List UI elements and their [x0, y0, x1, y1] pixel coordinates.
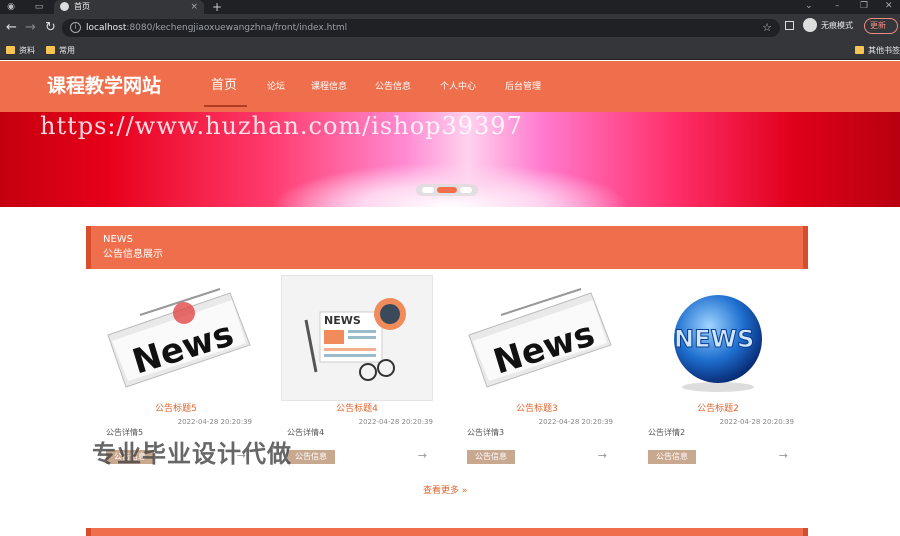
- arrow-right-icon[interactable]: →: [418, 449, 427, 463]
- nav-active-indicator: [204, 105, 247, 107]
- site-info-icon[interactable]: i: [70, 22, 81, 33]
- arrow-right-icon[interactable]: →: [598, 449, 607, 463]
- browser-tab-home[interactable]: 首页 ×: [54, 0, 204, 14]
- close-window-icon[interactable]: ✕: [885, 0, 893, 12]
- promo-watermark: 专业毕业设计代做: [92, 440, 292, 468]
- news-heading-en: NEWS: [103, 234, 134, 245]
- news-section-header: NEWS 公告信息展示: [86, 226, 808, 269]
- card-detail: 公告详情3: [467, 428, 505, 437]
- card-detail: 公告详情2: [648, 428, 686, 437]
- nav-course-info[interactable]: 课程信息: [311, 80, 347, 94]
- news-globe-icon[interactable]: NEWS: [642, 275, 794, 401]
- folder-icon: [6, 46, 15, 54]
- bookmark-folder-other[interactable]: 其他书签: [855, 45, 900, 57]
- news-card[interactable]: News 公告标题3 2022-04-28 20:20:39 公告详情3 公告信…: [461, 275, 613, 475]
- profile-label[interactable]: 无痕模式: [821, 21, 853, 31]
- back-arrow-icon[interactable]: ←: [6, 20, 17, 36]
- carousel-dot[interactable]: [422, 187, 434, 193]
- card-title[interactable]: 公告标题4: [281, 403, 433, 416]
- bookmarks-bar: 资料 常用 其他书签: [0, 42, 900, 60]
- bookmark-folder-changyong[interactable]: 常用: [46, 45, 75, 57]
- new-tab-button[interactable]: +: [212, 0, 222, 14]
- address-bar[interactable]: i localhost:8080/kechengjiaoxuewangzhna/…: [62, 19, 780, 37]
- carousel-dot-active[interactable]: [437, 187, 457, 193]
- card-tag[interactable]: 公告信息: [467, 450, 515, 464]
- news-flat-icon[interactable]: NEWS: [281, 275, 433, 401]
- site-logo[interactable]: 课程教学网站: [47, 73, 161, 99]
- incognito-avatar-icon[interactable]: [803, 18, 817, 32]
- chevron-down-icon[interactable]: ⌄: [805, 0, 813, 12]
- card-title[interactable]: 公告标题2: [642, 403, 794, 416]
- minimize-icon[interactable]: –: [835, 0, 840, 12]
- reload-icon[interactable]: ↻: [45, 20, 56, 36]
- url-text[interactable]: localhost:8080/kechengjiaoxuewangzhna/fr…: [86, 21, 347, 35]
- carousel-indicators: [416, 184, 478, 196]
- card-title[interactable]: 公告标题3: [461, 403, 613, 416]
- tab-search-icon[interactable]: ▭: [34, 2, 44, 12]
- svg-text:NEWS: NEWS: [324, 314, 361, 327]
- news-card[interactable]: NEWS 公告标题4 2022-04-28 20:20:39 公告详情4 公告信…: [281, 275, 433, 475]
- update-button[interactable]: 更新: [864, 18, 898, 34]
- browser-tab-strip: ◉ ▭ 首页 × + ⌄ – ❐ ✕: [0, 0, 900, 14]
- tab-favicon-icon: [60, 2, 69, 11]
- tab-title: 首页: [74, 2, 90, 11]
- card-detail: 公告详情4: [287, 428, 325, 437]
- nav-personal-center[interactable]: 个人中心: [440, 80, 476, 94]
- nav-forum[interactable]: 论坛: [267, 80, 285, 94]
- site-header: 课程教学网站 首页 论坛 课程信息 公告信息 个人中心 后台管理: [0, 61, 900, 112]
- watermark-text: https://www.huzhan.com/ishop39397: [40, 112, 523, 140]
- bookmark-star-icon[interactable]: ☆: [762, 20, 772, 36]
- maximize-icon[interactable]: ❐: [860, 0, 868, 12]
- nav-admin[interactable]: 后台管理: [505, 80, 541, 94]
- card-date: 2022-04-28 20:20:39: [719, 418, 794, 426]
- folder-icon: [855, 46, 864, 54]
- news-heading-cn: 公告信息展示: [103, 249, 163, 260]
- browser-menu-icon[interactable]: ◉: [6, 2, 16, 12]
- card-date: 2022-04-28 20:20:39: [538, 418, 613, 426]
- newspaper-icon[interactable]: News: [461, 275, 613, 401]
- side-panel-icon[interactable]: [785, 21, 794, 30]
- view-more-link[interactable]: 查看更多 »: [423, 484, 467, 498]
- card-date: 2022-04-28 20:20:39: [358, 418, 433, 426]
- next-section-header: [86, 528, 808, 536]
- nav-home[interactable]: 首页: [211, 76, 237, 96]
- close-tab-icon[interactable]: ×: [190, 1, 198, 13]
- bookmark-folder-ziliao[interactable]: 资料: [6, 45, 35, 57]
- nav-announcements[interactable]: 公告信息: [375, 80, 411, 94]
- card-tag[interactable]: 公告信息: [287, 450, 335, 464]
- card-title[interactable]: 公告标题5: [100, 403, 252, 416]
- card-date: 2022-04-28 20:20:39: [177, 418, 252, 426]
- forward-arrow-icon[interactable]: →: [25, 20, 36, 36]
- mouse-cursor-highlight: [173, 302, 195, 324]
- arrow-right-icon[interactable]: →: [779, 449, 788, 463]
- card-tag[interactable]: 公告信息: [648, 450, 696, 464]
- carousel-dot[interactable]: [460, 187, 472, 193]
- svg-text:NEWS: NEWS: [674, 325, 754, 353]
- newspaper-icon[interactable]: News: [100, 275, 252, 401]
- browser-toolbar: ← → ↻ i localhost:8080/kechengjiaoxuewan…: [0, 14, 900, 42]
- folder-icon: [46, 46, 55, 54]
- news-card[interactable]: NEWS 公告标题2 2022-04-28 20:20:39 公告详情2 公告信…: [642, 275, 794, 475]
